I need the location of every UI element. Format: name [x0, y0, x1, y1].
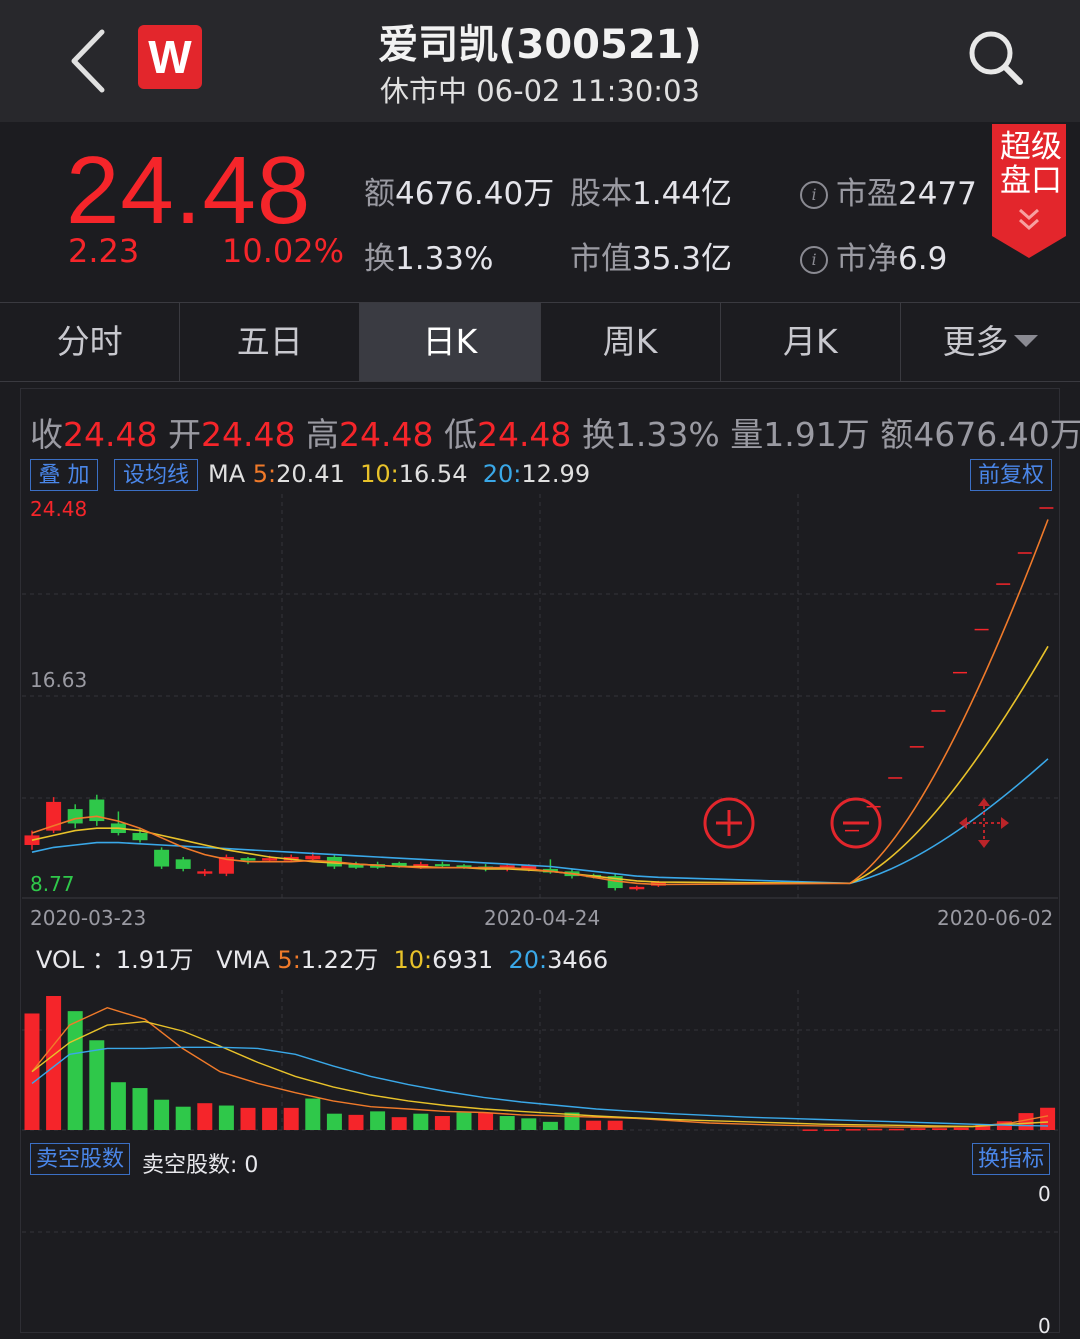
volume-bar	[456, 1112, 472, 1130]
x-tick-label: 2020-06-02	[937, 906, 1054, 930]
volume-bar	[478, 1112, 494, 1130]
indicator-axis-min: 0	[1038, 1314, 1051, 1338]
vol-value: 1.91万	[115, 946, 194, 974]
vma20-value: 3466	[547, 946, 609, 974]
volume-bar	[218, 1105, 234, 1130]
volume-bar	[910, 1128, 926, 1130]
candle-body	[67, 809, 83, 824]
vma10-value: 6931	[432, 946, 494, 974]
volume-bar	[434, 1116, 450, 1130]
zoom-in-icon[interactable]	[702, 796, 756, 850]
short-shares-button[interactable]: 卖空股数	[30, 1143, 130, 1175]
volume-bar	[824, 1129, 840, 1131]
candle-body	[629, 886, 645, 890]
volume-bar	[932, 1128, 948, 1130]
x-tick-label: 2020-04-24	[484, 906, 601, 930]
volume-bar	[370, 1111, 386, 1130]
switch-indicator-button[interactable]: 换指标	[972, 1143, 1050, 1175]
volume-bar	[391, 1117, 407, 1130]
candle-body	[434, 864, 450, 867]
volume-bar	[175, 1106, 191, 1130]
volume-bar	[586, 1120, 602, 1130]
short-shares-text: 卖空股数: 0	[142, 1153, 259, 1178]
y-tick-label: 24.48	[30, 497, 88, 521]
y-tick-label: 8.77	[30, 872, 75, 896]
volume-bar	[262, 1107, 278, 1130]
candle-body	[154, 849, 170, 867]
volume-bar	[1040, 1107, 1056, 1130]
candle-body	[24, 835, 40, 845]
volume-bar	[348, 1114, 364, 1130]
fullscreen-icon[interactable]	[957, 796, 1011, 850]
volume-bar	[888, 1128, 904, 1131]
volume-bar	[542, 1121, 558, 1130]
volume-bar	[67, 1011, 83, 1130]
volume-bar	[607, 1120, 623, 1130]
volume-bar	[413, 1113, 429, 1130]
volume-bar	[326, 1113, 342, 1130]
volume-bar	[154, 1099, 170, 1130]
volume-bar	[89, 1040, 105, 1130]
vma5-value: 1.22万	[300, 946, 379, 974]
candle-body	[262, 858, 278, 861]
candle-body	[132, 833, 148, 841]
kline-chart	[22, 494, 1058, 1233]
volume-bar	[197, 1103, 213, 1130]
x-tick-label: 2020-03-23	[30, 906, 147, 930]
volume-bar	[240, 1107, 256, 1130]
candle-body	[197, 871, 213, 874]
zoom-out-icon[interactable]	[829, 796, 883, 850]
volume-bar	[953, 1127, 969, 1130]
candle-body	[305, 855, 321, 860]
volume-bar	[283, 1107, 299, 1130]
volume-bar	[305, 1098, 321, 1130]
volume-legend: VOL ：1.91万 VMA 5:1.22万 10:6931 20:3466	[36, 946, 609, 974]
volume-bar	[845, 1129, 861, 1131]
volume-bar	[24, 1013, 40, 1130]
candle-body	[175, 859, 191, 869]
y-tick-label: 16.63	[30, 668, 88, 692]
volume-bar	[499, 1116, 515, 1130]
candle-body	[240, 858, 256, 861]
volume-bar	[132, 1088, 148, 1130]
volume-bar	[521, 1118, 537, 1130]
indicator-axis-max: 0	[1038, 1182, 1051, 1206]
volume-bar	[867, 1128, 883, 1131]
volume-bar	[110, 1082, 126, 1130]
volume-bar	[802, 1129, 818, 1131]
